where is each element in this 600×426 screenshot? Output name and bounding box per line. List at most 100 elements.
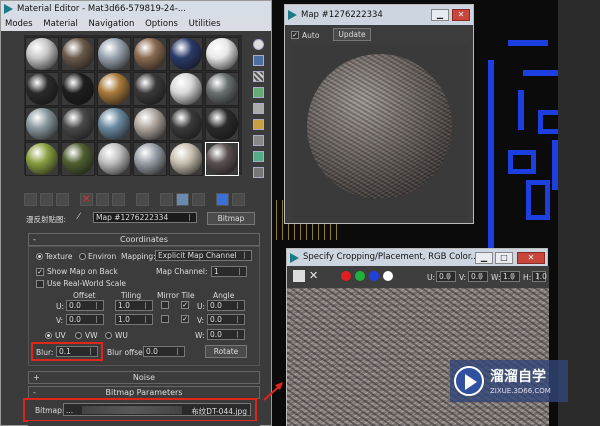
sample-slot[interactable] (97, 72, 131, 106)
noise-rollout-header[interactable]: + Noise (28, 371, 260, 384)
wu-radio[interactable] (105, 332, 112, 339)
vw-radio[interactable] (75, 332, 82, 339)
select-by-material-icon[interactable] (253, 151, 264, 162)
blur-spinner[interactable]: 0.1 (56, 346, 98, 357)
sample-slot[interactable] (97, 107, 131, 141)
texture-radio[interactable] (36, 253, 43, 260)
map-type-button[interactable]: Bitmap (207, 212, 255, 225)
sample-slot[interactable] (133, 72, 167, 106)
copy-material-icon[interactable] (96, 193, 109, 206)
close-button[interactable]: ✕ (517, 252, 545, 264)
rotate-button[interactable]: Rotate (205, 345, 247, 358)
crop-w-spinner[interactable]: 1.0 (500, 271, 520, 282)
show-shaded-icon[interactable] (176, 193, 189, 206)
red-channel-icon[interactable] (341, 271, 351, 281)
sample-slot[interactable] (205, 107, 239, 141)
menu-utilities[interactable]: Utilities (185, 17, 225, 31)
pick-material-icon[interactable]: ⁄ (78, 212, 88, 223)
options-icon[interactable] (253, 135, 264, 146)
sample-slot[interactable] (61, 37, 95, 71)
mapping-dropdown[interactable]: Explicit Map Channel (155, 250, 252, 261)
crop-u-spinner[interactable]: 0.0 (436, 271, 456, 282)
put-to-scene-icon[interactable] (40, 193, 53, 206)
mirror-tile-header: Mirror Tile (157, 291, 195, 300)
sample-slot[interactable] (205, 72, 239, 106)
sample-slot[interactable] (133, 142, 167, 176)
crop-h-spinner[interactable]: 1.0 (532, 271, 547, 282)
sample-slot[interactable] (97, 37, 131, 71)
uv-radio[interactable] (45, 332, 52, 339)
sample-slot[interactable] (25, 37, 59, 71)
reset-delete-icon[interactable]: ✕ (80, 193, 93, 206)
menu-navigation[interactable]: Navigation (85, 17, 139, 31)
update-button[interactable]: Update (333, 28, 371, 41)
show-end-result-icon[interactable] (192, 193, 205, 206)
v-mirror-checkbox[interactable] (161, 315, 169, 323)
sample-slot[interactable] (61, 107, 95, 141)
sample-slot[interactable] (61, 72, 95, 106)
green-channel-icon[interactable] (355, 271, 365, 281)
sample-slot[interactable] (25, 107, 59, 141)
sample-slot[interactable] (97, 142, 131, 176)
sample-slot[interactable] (205, 37, 239, 71)
u-offset-spinner[interactable]: 0.0 (66, 300, 104, 311)
put-to-library-icon[interactable] (136, 193, 149, 206)
u-tiling-spinner[interactable]: 1.0 (115, 300, 153, 311)
menu-material[interactable]: Material (39, 17, 82, 31)
u-tile-checkbox[interactable]: ✓ (181, 301, 189, 309)
sample-slot[interactable] (133, 107, 167, 141)
sample-slot[interactable] (169, 142, 203, 176)
uv-tiling-icon[interactable] (253, 87, 264, 98)
sample-slot[interactable] (169, 37, 203, 71)
sample-type-icon[interactable] (253, 39, 264, 50)
sample-slot[interactable] (61, 142, 95, 176)
close-button[interactable]: ✕ (452, 9, 470, 21)
blur-offset-spinner[interactable]: 0.0 (143, 346, 185, 357)
save-icon[interactable] (293, 270, 305, 282)
sample-slot[interactable] (25, 142, 59, 176)
sample-slot[interactable] (205, 142, 239, 176)
real-world-scale-checkbox[interactable] (36, 280, 44, 288)
menu-modes[interactable]: Modes (1, 17, 37, 31)
blue-channel-icon[interactable] (369, 271, 379, 281)
v-angle-spinner[interactable]: 0.0 (207, 314, 245, 325)
menu-bar: Modes Material Navigation Options Utilit… (1, 17, 271, 31)
alpha-channel-icon[interactable] (383, 271, 393, 281)
crop-image[interactable] (287, 288, 549, 426)
backlight-icon[interactable] (253, 55, 264, 66)
map-channel-spinner[interactable]: 1 (211, 266, 247, 277)
minimize-button[interactable]: ▁ (475, 252, 493, 264)
w-angle-spinner[interactable]: 0.0 (207, 329, 245, 340)
coordinates-rollout-header[interactable]: - Coordinates (28, 233, 260, 246)
make-preview-icon[interactable] (253, 119, 264, 130)
maximize-button[interactable]: □ (495, 252, 513, 264)
material-navigator-icon[interactable] (253, 167, 264, 178)
v-tiling-spinner[interactable]: 1.0 (115, 314, 153, 325)
environ-radio[interactable] (79, 253, 86, 260)
crop-v-spinner[interactable]: 0.0 (468, 271, 488, 282)
make-unique-icon[interactable] (112, 193, 125, 206)
v-offset-spinner[interactable]: 0.0 (66, 314, 104, 325)
map-name-field[interactable]: Map #1276222334 (93, 212, 197, 223)
sample-slot[interactable] (169, 72, 203, 106)
sample-slot[interactable] (133, 37, 167, 71)
get-material-icon[interactable] (24, 193, 37, 206)
auto-checkbox[interactable]: ✓ (291, 31, 299, 39)
bitmap-path-button[interactable]: ... 布纹DT-044.jpg (63, 403, 251, 416)
material-editor-titlebar[interactable]: Material Editor - Mat3d66-579819-24-... (1, 1, 271, 17)
go-to-parent-icon[interactable] (216, 193, 229, 206)
v-tile-checkbox[interactable]: ✓ (181, 315, 189, 323)
background-icon[interactable] (253, 71, 264, 82)
material-id-icon[interactable] (160, 193, 173, 206)
go-forward-sibling-icon[interactable] (232, 193, 245, 206)
cancel-icon[interactable]: ✕ (309, 269, 318, 282)
u-angle-spinner[interactable]: 0.0 (207, 300, 245, 311)
u-mirror-checkbox[interactable] (161, 301, 169, 309)
video-check-icon[interactable] (253, 103, 264, 114)
minimize-button[interactable]: ▁ (431, 9, 449, 21)
assign-to-selection-icon[interactable] (56, 193, 69, 206)
menu-options[interactable]: Options (141, 17, 182, 31)
show-map-on-back-checkbox[interactable]: ✓ (36, 268, 44, 276)
sample-slot[interactable] (169, 107, 203, 141)
sample-slot[interactable] (25, 72, 59, 106)
